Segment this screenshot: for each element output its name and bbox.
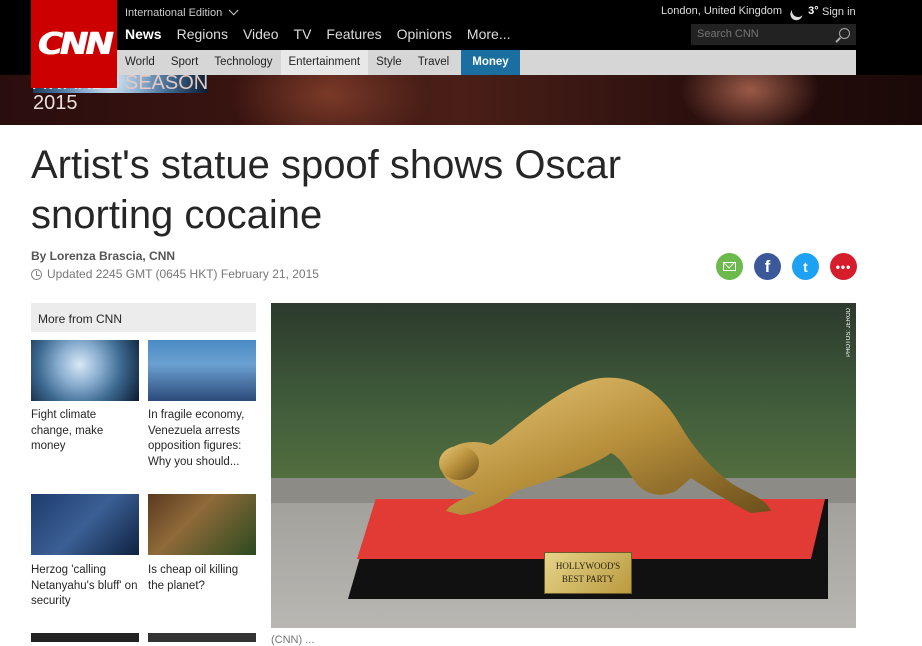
banner-glow-right [680,75,820,125]
subnav-travel[interactable]: Travel [410,50,458,75]
updated-timestamp: Updated 2245 GMT (0645 HKT) February 21,… [31,267,319,281]
cnn-logo[interactable]: CNN [31,0,117,88]
search-box[interactable] [691,24,856,45]
banner-year: 2015 [33,92,78,114]
search-icon[interactable] [839,28,850,39]
clock-icon [31,268,42,280]
updated-text: Updated 2245 GMT (0645 HKT) February 21,… [47,267,319,281]
twitter-icon: t [803,258,808,275]
sidebar-caption-3[interactable]: Herzog 'calling Netanyahu's bluff' on se… [31,563,139,610]
main-nav: News Regions Video TV Features Opinions … [125,26,526,42]
subnav-world[interactable]: World [117,50,163,75]
facebook-icon: f [764,256,771,276]
subnav-entertainment[interactable]: Entertainment [280,50,369,75]
sub-nav: World Sport Technology Entertainment Sty… [117,50,856,75]
chevron-down-icon [228,5,239,16]
thumb-earth[interactable] [31,340,139,401]
thumb-venezuela[interactable] [148,340,256,401]
edition-label: International Edition [125,7,223,19]
search-input[interactable] [697,28,827,40]
top-bar: International Edition News Regions Video… [0,0,922,75]
banner-word-season: SEASON [124,75,209,94]
sidebar-caption-2[interactable]: In fragile economy, Venezuela arrests op… [148,408,256,470]
subnav-sport[interactable]: Sport [163,50,207,75]
nav-regions[interactable]: Regions [177,26,228,42]
share-email-button[interactable] [716,253,743,280]
moon-icon [790,3,806,19]
hero-image[interactable]: HOLLYWOOD'S BEST PARTY [271,303,856,628]
signin-link[interactable]: Sign in [822,6,856,18]
awards-season-banner[interactable]: AWARDS SEASON 2015 [0,75,922,125]
temperature: 3° [808,5,819,17]
weather-location[interactable]: London, United Kingdom 3° [661,5,819,17]
nav-opinions[interactable]: Opinions [397,26,452,42]
statue-plaque: HOLLYWOOD'S BEST PARTY [544,552,632,594]
subnav-money[interactable]: Money [461,50,520,75]
nav-features[interactable]: Features [326,26,381,42]
edition-selector[interactable]: International Edition [125,5,239,19]
article-title: Artist's statue spoof shows Oscar snorti… [31,143,622,237]
thumb-partial-1[interactable] [31,633,139,642]
envelope-icon [723,262,736,271]
nav-tv[interactable]: TV [294,26,312,42]
share-more-button[interactable]: ••• [830,253,857,280]
banner-glow [230,75,430,125]
oscar-statue [439,377,771,515]
sidebar-caption-1[interactable]: Fight climate change, make money [31,408,139,455]
article-body-partial: (CNN) ... [271,634,315,646]
thumb-partial-2[interactable] [148,633,256,642]
subnav-style[interactable]: Style [368,50,410,75]
thumb-herzog[interactable] [31,494,139,555]
nav-news[interactable]: News [125,26,162,42]
subnav-technology[interactable]: Technology [206,50,280,75]
thumb-oil[interactable] [148,494,256,555]
location-label: London, United Kingdom [661,5,783,17]
nav-video[interactable]: Video [243,26,279,42]
byline: By Lorenza Brascia, CNN [31,249,176,263]
share-twitter-button[interactable]: t [792,253,819,280]
nav-more[interactable]: More... [467,26,511,42]
share-facebook-button[interactable]: f [754,253,781,280]
more-from-cnn-heading: More from CNN [31,303,256,332]
logo-text: CNN [37,26,114,62]
photo-credit: PHOTOS: JEROD [846,308,852,357]
more-icon: ••• [835,259,852,274]
sidebar-caption-4[interactable]: Is cheap oil killing the planet? [148,563,256,594]
